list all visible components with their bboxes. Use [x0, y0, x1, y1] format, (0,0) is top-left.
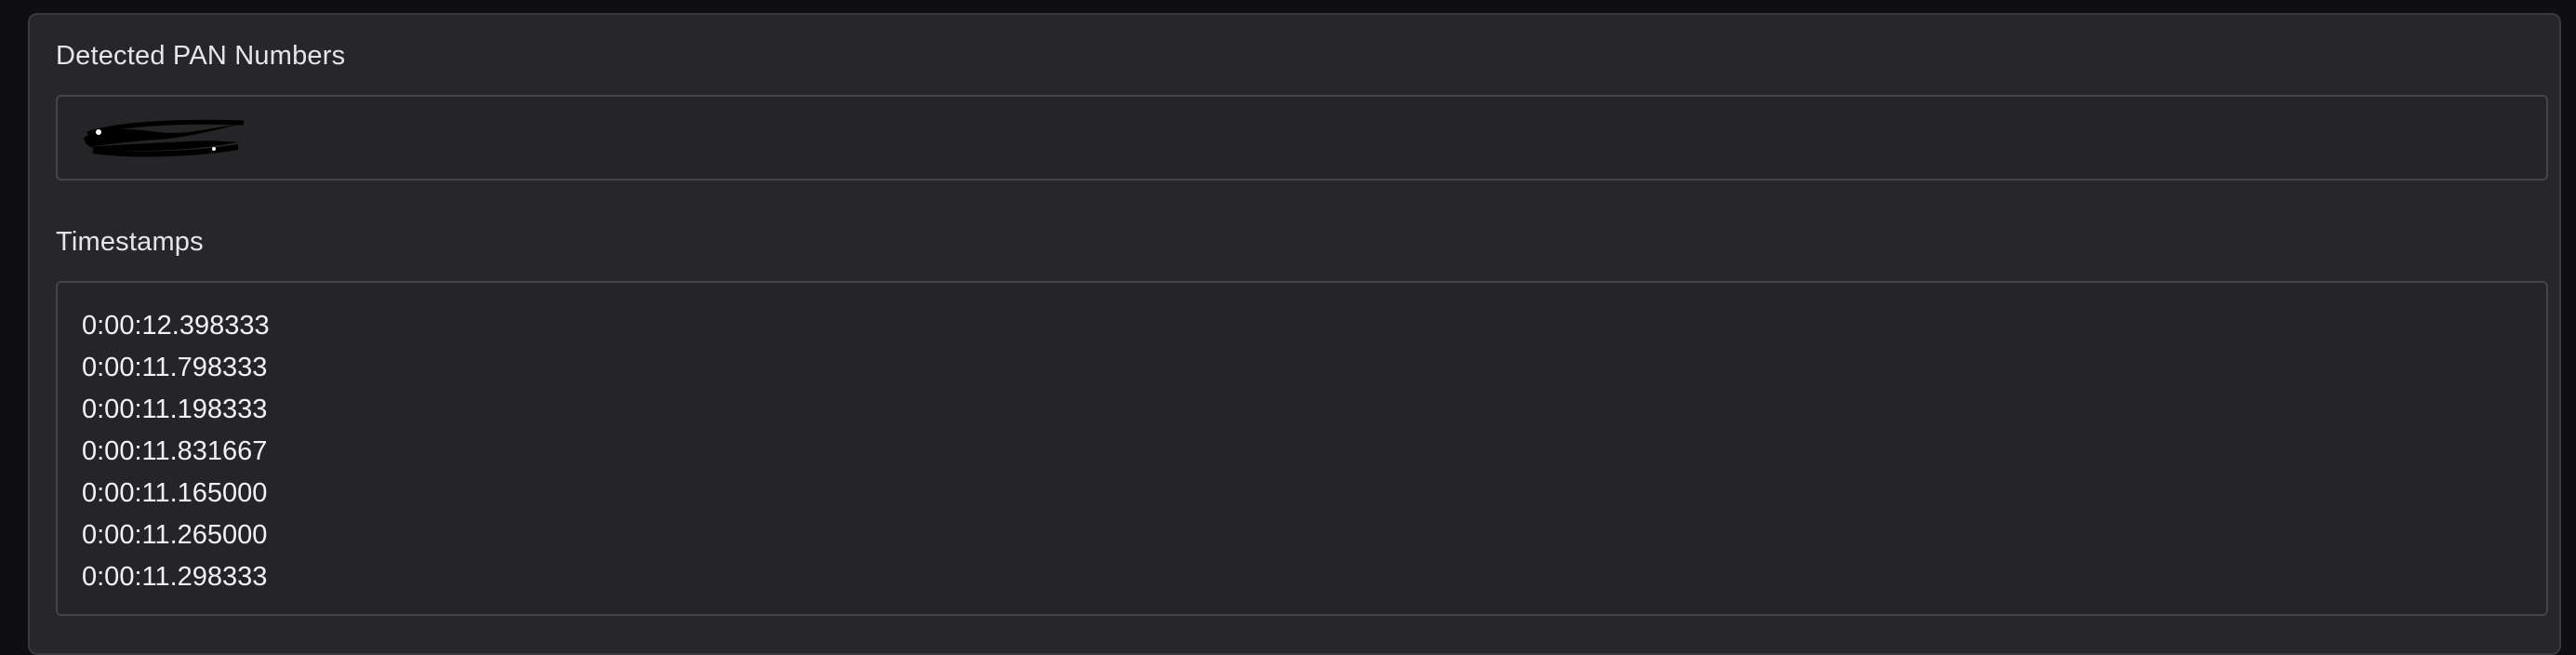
timestamp-item: 0:00:12.398333	[82, 311, 270, 341]
timestamps-list: 0:00:12.398333 0:00:11.798333 0:00:11.1983…	[82, 305, 270, 598]
timestamp-item: 0:00:11.298333	[82, 562, 268, 592]
timestamp-item: 0:00:11.165000	[82, 478, 268, 508]
redacted-pan-scribble	[84, 119, 245, 157]
pan-numbers-field[interactable]	[56, 95, 2548, 180]
timestamp-item: 0:00:11.831667	[82, 436, 268, 466]
timestamp-item: 0:00:11.198333	[82, 394, 268, 424]
timestamps-field[interactable]: 0:00:12.398333 0:00:11.798333 0:00:11.1983…	[56, 281, 2548, 616]
timestamp-item: 0:00:11.265000	[82, 520, 268, 550]
timestamps-label: Timestamps	[56, 227, 204, 257]
timestamp-item: 0:00:11.798333	[82, 353, 268, 382]
results-panel: Detected PAN Numbers Timestamps 0:00:12.…	[28, 13, 2561, 655]
pan-numbers-label: Detected PAN Numbers	[56, 41, 346, 71]
